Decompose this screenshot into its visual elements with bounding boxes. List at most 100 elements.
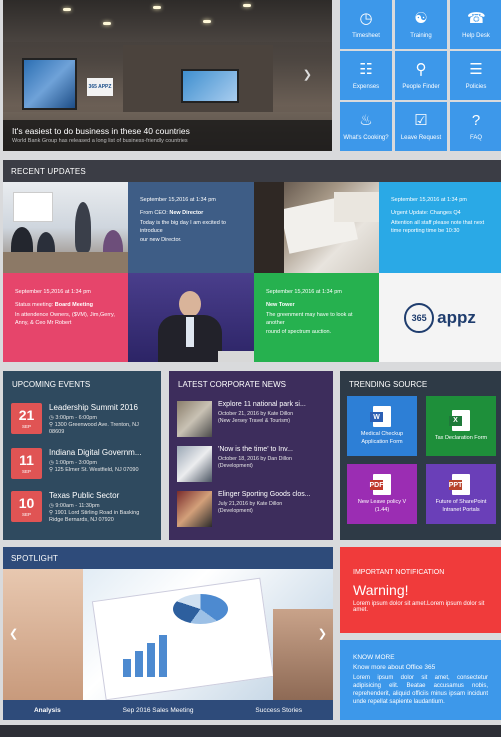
training-icon: ☯ bbox=[414, 9, 428, 27]
update-photo-executive[interactable] bbox=[128, 273, 254, 362]
news-item[interactable]: Elinger Sporting Goods clos... July 21,20… bbox=[169, 491, 333, 527]
event-item[interactable]: 11 SEP Indiana Digital Governm... ◷ 1:00pm … bbox=[3, 448, 161, 480]
news-title[interactable]: Explore 11 national park si... bbox=[218, 401, 325, 408]
spotlight-tabs: Analysis Sep 2016 Sales Meeting Success … bbox=[3, 700, 333, 720]
update-card-tower[interactable]: September 15,2016 at 1:34 pm New Tower T… bbox=[254, 273, 379, 362]
faq-icon: ? bbox=[471, 111, 481, 129]
update-photo-meeting[interactable] bbox=[3, 182, 128, 273]
update-body: Today is the big day I am excited to int… bbox=[140, 220, 226, 243]
spotlight-image[interactable]: ❮ ❯ bbox=[3, 569, 333, 700]
update-date: September 15,2016 at 1:34 pm bbox=[266, 289, 342, 295]
quick-link-people-finder[interactable]: ⚲ People Finder bbox=[395, 51, 447, 100]
update-body: The greenment may have to look at anothe… bbox=[266, 312, 353, 335]
event-item[interactable]: 21 SEP Leadership Summit 2016 ◷ 3:00pm - 6:… bbox=[3, 403, 161, 436]
update-card-status[interactable]: September 15,2016 at 1:34 pm Status meet… bbox=[3, 273, 128, 362]
news-thumbnail[interactable] bbox=[177, 491, 213, 527]
quick-link-label: Training bbox=[410, 32, 432, 39]
hero-ceiling bbox=[3, 0, 332, 42]
hero-carousel[interactable]: 365 APPZ ❯ It's easiest to do business i… bbox=[3, 0, 332, 151]
update-heading: Urgent Update: Changes Q4 bbox=[391, 210, 461, 216]
spotlight-tab[interactable]: Analysis bbox=[34, 707, 61, 714]
trending-label: Tax Declaration Form bbox=[434, 434, 488, 441]
update-date: September 15,2016 at 1:34 pm bbox=[15, 289, 91, 295]
know-more-title: Know more about Office 365 bbox=[353, 664, 436, 671]
update-heading: Status meeting: Board Meeting bbox=[15, 302, 93, 308]
event-date-badge: 10 SEP bbox=[11, 491, 42, 523]
document-icon: PPT bbox=[449, 474, 470, 496]
notification-title: Warning! bbox=[353, 582, 409, 598]
news-thumbnail[interactable] bbox=[177, 401, 213, 437]
hero-screen bbox=[181, 69, 239, 103]
event-date-badge: 11 SEP bbox=[11, 448, 42, 480]
ceiling-light bbox=[103, 22, 111, 25]
event-month: SEP bbox=[21, 424, 31, 429]
hero-caption[interactable]: It's easiest to do business in these 40 … bbox=[3, 120, 332, 151]
update-heading: New Tower bbox=[266, 302, 295, 308]
clock-icon: ◷ bbox=[49, 503, 54, 510]
notification-panel[interactable]: IMPORTANT NOTIFICATION Warning! Lorem ip… bbox=[340, 547, 501, 633]
quick-link-training[interactable]: ☯ Training bbox=[395, 0, 447, 49]
leave-request-icon: ☑ bbox=[414, 111, 428, 129]
ceiling-light bbox=[243, 4, 251, 7]
spotlight-next-icon[interactable]: ❯ bbox=[318, 627, 327, 640]
event-item[interactable]: 10 SEP Texas Public Sector ◷ 9:00am - 11:30… bbox=[3, 491, 161, 524]
news-header: LATEST CORPORATE NEWS bbox=[178, 380, 287, 389]
hero-screen bbox=[22, 58, 77, 110]
know-more-body: Lorem ipsum dolor sit amet, consectetur … bbox=[353, 675, 488, 706]
trending-item[interactable]: PPT Future of SharePoint Intranet Portals bbox=[426, 464, 496, 524]
trending-item[interactable]: X Tax Declaration Form bbox=[426, 396, 496, 456]
document-icon: X bbox=[449, 409, 470, 431]
event-address: ⚲ 1300 Greenwood Ave. Trenton, NJ 08609 bbox=[49, 422, 139, 436]
spotlight-prev-icon[interactable]: ❮ bbox=[9, 627, 18, 640]
know-more-panel[interactable]: KNOW MORE Know more about Office 365 Lor… bbox=[340, 640, 501, 720]
spotlight-tab[interactable]: Success Stories bbox=[255, 707, 302, 714]
event-time: ◷ 3:00pm - 6:00pm bbox=[49, 415, 97, 421]
expenses-icon: ☷ bbox=[359, 60, 373, 78]
policies-icon: ☰ bbox=[469, 60, 483, 78]
ceiling-light bbox=[153, 6, 161, 9]
quick-link-help-desk[interactable]: ☎ Help Desk bbox=[450, 0, 501, 49]
quick-link-label: What's Cooking? bbox=[343, 134, 389, 141]
ceiling-light bbox=[203, 20, 211, 23]
quick-link-label: Help Desk bbox=[462, 32, 490, 39]
event-title[interactable]: Indiana Digital Governm... bbox=[49, 448, 153, 457]
update-card-urgent[interactable]: September 15,2016 at 1:34 pm Urgent Upda… bbox=[379, 182, 501, 273]
news-title[interactable]: 'Now is the time' to Inv... bbox=[218, 446, 325, 453]
quick-link-expenses[interactable]: ☷ Expenses bbox=[340, 51, 392, 100]
spotlight-header: SPOTLIGHT bbox=[3, 547, 333, 569]
spotlight-tab[interactable]: Sep 2016 Sales Meeting bbox=[123, 707, 194, 714]
news-item[interactable]: Explore 11 national park si... October 21… bbox=[169, 401, 333, 437]
hero-title[interactable]: It's easiest to do business in these 40 … bbox=[12, 126, 323, 136]
trending-label: Future of SharePoint Intranet Portals bbox=[435, 499, 487, 513]
trending-item[interactable]: PDF New Leave policy V (1.44) bbox=[347, 464, 417, 524]
quick-link-label: FAQ bbox=[469, 134, 482, 141]
quick-link-cooking[interactable]: ♨ What's Cooking? bbox=[340, 102, 392, 151]
quick-link-label: Expenses bbox=[352, 83, 380, 90]
document-icon: PDF bbox=[370, 474, 391, 496]
quick-link-faq[interactable]: ? FAQ bbox=[450, 102, 501, 151]
event-title[interactable]: Texas Public Sector bbox=[49, 491, 153, 500]
document-icon: W bbox=[370, 406, 391, 428]
event-title[interactable]: Leadership Summit 2016 bbox=[49, 403, 153, 412]
quick-link-timesheet[interactable]: ◷ Timesheet bbox=[340, 0, 392, 49]
news-meta: October 21, 2016 by Kate Dillon (New Jers… bbox=[218, 411, 294, 425]
update-photo-desk[interactable] bbox=[254, 182, 379, 273]
trending-item[interactable]: W Medical Checkup Application Form bbox=[347, 396, 417, 456]
trending-header: TRENDING SOURCE bbox=[349, 380, 428, 389]
update-logo-tile[interactable]: 365 appz bbox=[379, 273, 501, 362]
location-icon: ⚲ bbox=[49, 467, 54, 474]
news-item[interactable]: 'Now is the time' to Inv... October 18, 2… bbox=[169, 446, 333, 482]
event-day: 10 bbox=[18, 495, 35, 512]
quick-link-leave-request[interactable]: ☑ Leave Request bbox=[395, 102, 447, 151]
corporate-news-panel: LATEST CORPORATE NEWS Explore 11 nationa… bbox=[169, 371, 333, 540]
events-header: UPCOMING EVENTS bbox=[12, 380, 91, 389]
news-title[interactable]: Elinger Sporting Goods clos... bbox=[218, 491, 325, 498]
ceiling-light bbox=[63, 8, 71, 11]
carousel-next-icon[interactable]: ❯ bbox=[303, 68, 312, 81]
quick-link-policies[interactable]: ☰ Policies bbox=[450, 51, 501, 100]
update-card-ceo[interactable]: September 15,2016 at 1:34 pm From CEO: N… bbox=[128, 182, 254, 273]
event-day: 21 bbox=[18, 407, 35, 423]
update-heading: From CEO: New Director bbox=[140, 210, 204, 216]
event-month: SEP bbox=[21, 512, 31, 518]
news-thumbnail[interactable] bbox=[177, 446, 213, 482]
